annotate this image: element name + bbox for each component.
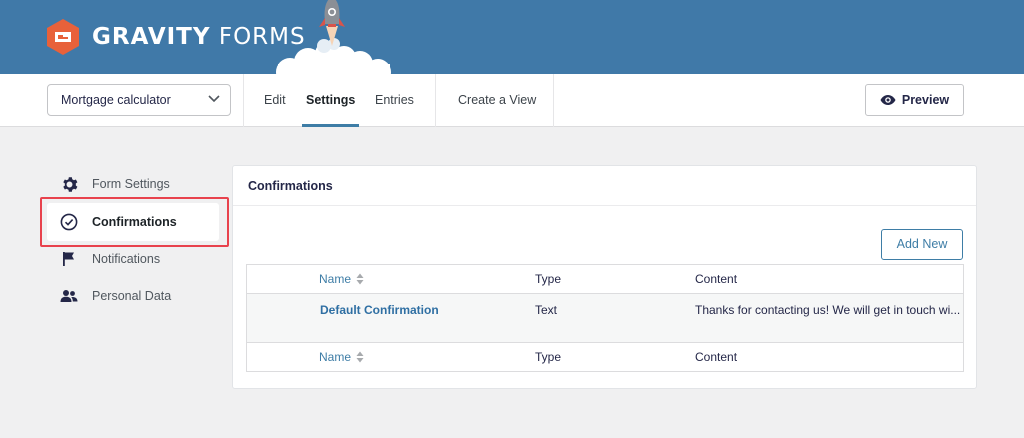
column-footer-content: Content — [695, 350, 738, 364]
column-footer-type: Type — [535, 350, 562, 364]
chevron-down-icon — [208, 95, 220, 103]
table-footer-row: Name Type Content — [247, 343, 963, 371]
form-select-value: Mortgage calculator — [61, 93, 171, 107]
tab-settings[interactable]: Settings — [301, 74, 360, 127]
users-icon — [60, 287, 78, 305]
column-header-content: Content — [695, 272, 738, 286]
confirmations-panel: Confirmations Add New Name Type Content … — [232, 165, 977, 389]
confirmation-content: Thanks for contacting us! We will get in… — [695, 303, 961, 317]
table-header-row: Name Type Content — [247, 265, 963, 294]
eye-icon — [880, 95, 896, 105]
toolbar-divider — [243, 74, 244, 127]
preview-button[interactable]: Preview — [865, 84, 964, 116]
form-select-dropdown[interactable]: Mortgage calculator — [47, 84, 231, 116]
sort-icon — [356, 273, 364, 285]
table-row: Default Confirmation Text Thanks for con… — [247, 294, 963, 343]
confirmations-table: Name Type Content Default Confirmation T… — [246, 264, 964, 372]
column-footer-name-label: Name — [319, 350, 352, 364]
confirmation-name: Default Confirmation — [320, 303, 439, 317]
column-footer-name[interactable]: Name — [319, 343, 364, 371]
flag-icon — [60, 250, 78, 268]
sidebar-item-personal-data[interactable]: Personal Data — [60, 284, 171, 308]
sidebar-item-label: Personal Data — [92, 289, 172, 303]
confirmation-name-link[interactable]: Default Confirmation — [320, 302, 439, 318]
tab-create-a-view[interactable]: Create a View — [458, 74, 536, 127]
form-toolbar: Mortgage calculator Edit Settings Entrie… — [0, 74, 1024, 127]
sidebar-item-notifications[interactable]: Notifications — [60, 247, 160, 271]
toolbar-divider — [435, 74, 436, 127]
confirmation-type: Text — [535, 303, 558, 317]
gravity-forms-logo[interactable]: GRAVITY FORMS — [46, 19, 306, 55]
panel-title: Confirmations — [233, 166, 976, 206]
column-header-name-label: Name — [319, 272, 352, 286]
tab-entries[interactable]: Entries — [375, 74, 414, 127]
sidebar-item-label: Form Settings — [92, 177, 170, 191]
tab-edit[interactable]: Edit — [264, 74, 286, 127]
header-banner: GRAVITY FORMS — [0, 0, 1024, 74]
sidebar-item-label: Notifications — [92, 252, 161, 266]
column-header-name[interactable]: Name — [319, 265, 364, 293]
add-new-button[interactable]: Add New — [881, 229, 963, 260]
sort-icon — [356, 351, 364, 363]
preview-label: Preview — [901, 93, 950, 107]
sidebar-item-form-settings[interactable]: Form Settings — [60, 172, 170, 196]
gear-icon — [60, 175, 78, 193]
highlight-annotation — [40, 197, 229, 247]
toolbar-divider — [553, 74, 554, 127]
rocket-illustration — [268, 0, 408, 74]
column-header-type: Type — [535, 272, 562, 286]
gravity-forms-logo-icon — [46, 19, 80, 55]
